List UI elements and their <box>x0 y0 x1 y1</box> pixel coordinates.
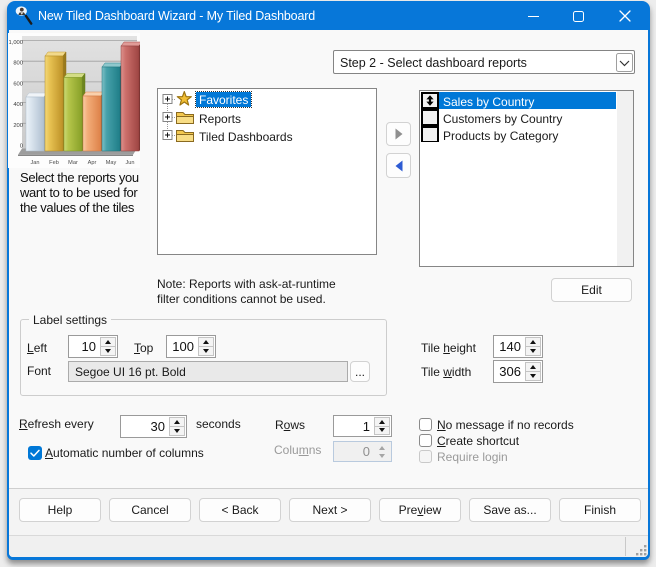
svg-text:200: 200 <box>13 123 23 129</box>
svg-text:Apr: Apr <box>88 160 97 166</box>
svg-text:800: 800 <box>13 61 23 67</box>
svg-text:Jan: Jan <box>30 160 39 166</box>
svg-text:Feb: Feb <box>49 160 59 166</box>
svg-text:Jun: Jun <box>125 160 134 166</box>
svg-text:Mar: Mar <box>68 160 78 166</box>
svg-text:600: 600 <box>13 81 23 87</box>
svg-text:May: May <box>106 160 117 166</box>
svg-text:1,000: 1,000 <box>8 40 23 46</box>
svg-text:400: 400 <box>13 102 23 108</box>
svg-text:0: 0 <box>20 144 23 150</box>
